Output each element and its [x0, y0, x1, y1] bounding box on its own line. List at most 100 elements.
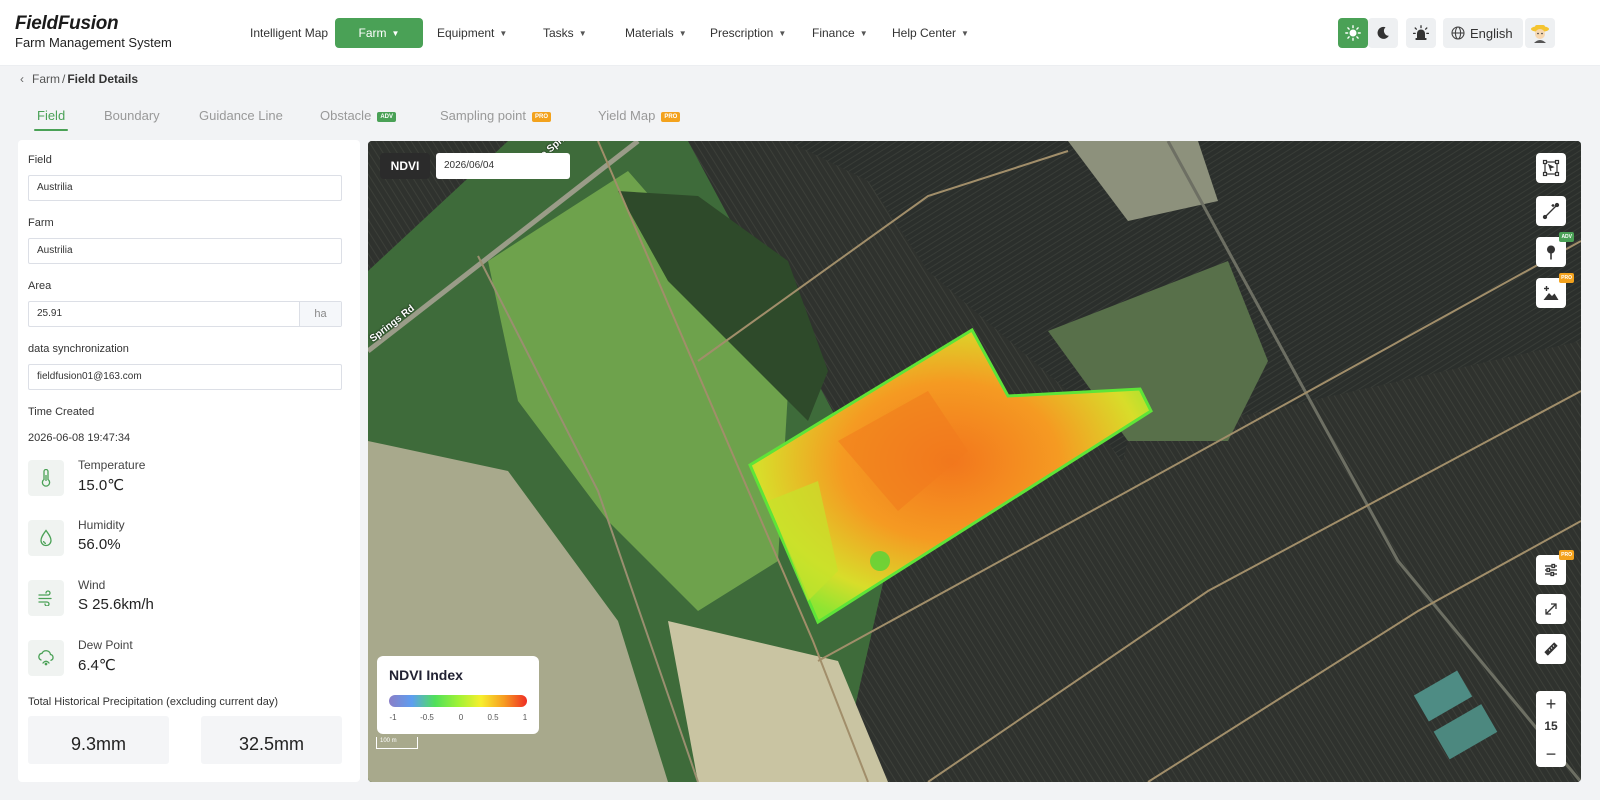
ruler-icon: [1544, 642, 1558, 656]
tab-label: Sampling point: [440, 108, 526, 123]
tab-obstacle[interactable]: Obstacle ADV: [320, 100, 396, 132]
draw-boundary-button[interactable]: [1536, 153, 1566, 183]
nav-intelligent-map[interactable]: Intelligent Map: [250, 18, 328, 48]
tab-label: Yield Map: [598, 108, 656, 123]
tab-label: Obstacle: [320, 108, 372, 123]
field-label: Field: [28, 154, 52, 166]
alarm-light-icon: [1413, 25, 1429, 40]
caret-down-icon: ▼: [961, 29, 969, 38]
add-marker-button[interactable]: ADV: [1536, 232, 1574, 267]
breadcrumb-separator: /: [62, 72, 66, 86]
wind-icon: [28, 580, 64, 616]
tab-boundary[interactable]: Boundary: [104, 100, 160, 132]
area-unit: ha: [299, 302, 341, 326]
weather-wind: Wind S 25.6km/h: [28, 578, 328, 618]
weather-value: 56.0%: [78, 536, 121, 553]
alert-button[interactable]: [1406, 18, 1436, 48]
legend-tick: 0.5: [487, 713, 499, 722]
pro-badge: PRO: [661, 112, 681, 122]
top-header: FieldFusion Farm Management System Intel…: [0, 0, 1600, 66]
ndvi-layer-tag[interactable]: NDVI: [380, 153, 430, 179]
tab-guidance-line[interactable]: Guidance Line: [199, 100, 283, 132]
tab-label: Guidance Line: [199, 108, 283, 123]
tab-field[interactable]: Field: [33, 100, 69, 132]
nav-prescription[interactable]: Prescription ▼: [710, 18, 786, 48]
tab-sampling-point[interactable]: Sampling point PRO: [440, 100, 552, 132]
caret-down-icon: ▼: [578, 29, 587, 38]
fullscreen-button[interactable]: [1536, 594, 1566, 624]
app-logo[interactable]: FieldFusion Farm Management System: [15, 14, 172, 51]
field-name-input[interactable]: Austrilia: [28, 175, 342, 201]
weather-humidity: Humidity 56.0%: [28, 518, 328, 558]
app-subtitle: Farm Management System: [15, 35, 172, 50]
nav-finance[interactable]: Finance ▼: [812, 18, 868, 48]
zoom-level: 15: [1544, 719, 1558, 733]
nav-help-center[interactable]: Help Center ▼: [892, 18, 969, 48]
droplet-icon: [28, 520, 64, 556]
language-selector[interactable]: English: [1443, 18, 1523, 48]
language-label: English: [1470, 25, 1513, 41]
caret-down-icon: ▼: [678, 29, 687, 38]
legend-tick: -1: [389, 713, 397, 722]
line-draw-icon: [1542, 202, 1560, 220]
zoom-out-button[interactable]: −: [1536, 743, 1566, 765]
legend-tick: 1: [522, 713, 528, 722]
sun-icon: [1345, 25, 1361, 41]
layer-settings-button[interactable]: PRO: [1536, 550, 1574, 585]
caret-down-icon: ▼: [778, 29, 787, 38]
area-input-group: 25.91 ha: [28, 301, 342, 327]
map-scale-bar: 100 m: [376, 737, 418, 749]
breadcrumb-parent[interactable]: Farm: [32, 72, 60, 86]
area-input[interactable]: 25.91: [37, 302, 62, 326]
app-name: FieldFusion: [15, 13, 119, 34]
nav-label: Intelligent Map: [250, 26, 329, 40]
time-created-label: Time Created: [28, 406, 95, 418]
adv-badge: ADV: [1559, 232, 1574, 242]
nav-label: Equipment: [437, 26, 495, 40]
light-theme-button[interactable]: [1338, 18, 1368, 48]
terrain-icon: [1543, 286, 1559, 300]
nav-tasks[interactable]: Tasks ▼: [543, 18, 587, 48]
nav-label: Help Center: [892, 26, 957, 40]
legend-title: NDVI Index: [389, 667, 463, 683]
area-label: Area: [28, 280, 52, 292]
user-avatar[interactable]: [1525, 18, 1555, 48]
back-chevron-icon[interactable]: ‹: [20, 72, 24, 86]
caret-down-icon: ▼: [391, 29, 400, 38]
satellite-map[interactable]: Orange Springs Rd Springs Rd NDVI 2026/0…: [368, 141, 1581, 782]
legend-tick: 0: [458, 713, 464, 722]
map-pin-icon: [1547, 245, 1555, 260]
nav-farm[interactable]: Farm ▼: [335, 18, 423, 48]
globe-icon: [1451, 26, 1465, 40]
dew-point-icon: [28, 640, 64, 676]
zoom-control: + 15 −: [1536, 691, 1566, 767]
zoom-in-button[interactable]: +: [1536, 693, 1566, 715]
farmer-avatar-icon: [1531, 25, 1549, 43]
dark-theme-button[interactable]: [1368, 18, 1398, 48]
nav-label: Prescription: [710, 26, 774, 40]
legend-tick: -0.5: [420, 713, 434, 722]
tab-yield-map[interactable]: Yield Map PRO: [598, 100, 681, 132]
sync-account-input[interactable]: fieldfusion01@163.com: [28, 364, 342, 390]
adv-badge: ADV: [377, 112, 396, 122]
weather-value: 15.0℃: [78, 477, 125, 494]
sync-label: data synchronization: [28, 343, 129, 355]
weather-label: Dew Point: [78, 638, 133, 652]
caret-down-icon: ▼: [499, 29, 508, 38]
measure-button[interactable]: [1536, 634, 1566, 664]
weather-value: S 25.6km/h: [78, 596, 154, 613]
elevation-button[interactable]: PRO: [1536, 273, 1574, 308]
nav-equipment[interactable]: Equipment ▼: [437, 18, 507, 48]
farm-label: Farm: [28, 217, 54, 229]
draw-line-button[interactable]: [1536, 196, 1566, 226]
nav-label: Finance: [812, 26, 855, 40]
breadcrumb: ‹ Farm / Field Details: [20, 70, 138, 88]
nav-label: Materials: [625, 26, 674, 40]
ndvi-date-input[interactable]: 2026/06/04: [436, 153, 570, 179]
ndvi-legend: NDVI Index -1 -0.5 0 0.5 1: [377, 656, 539, 734]
precipitation-label: Total Historical Precipitation (excludin…: [28, 696, 279, 708]
weather-label: Temperature: [78, 458, 146, 472]
nav-materials[interactable]: Materials ▼: [625, 18, 687, 48]
farm-name-input[interactable]: Austrilia: [28, 238, 342, 264]
sliders-icon: [1545, 563, 1557, 577]
